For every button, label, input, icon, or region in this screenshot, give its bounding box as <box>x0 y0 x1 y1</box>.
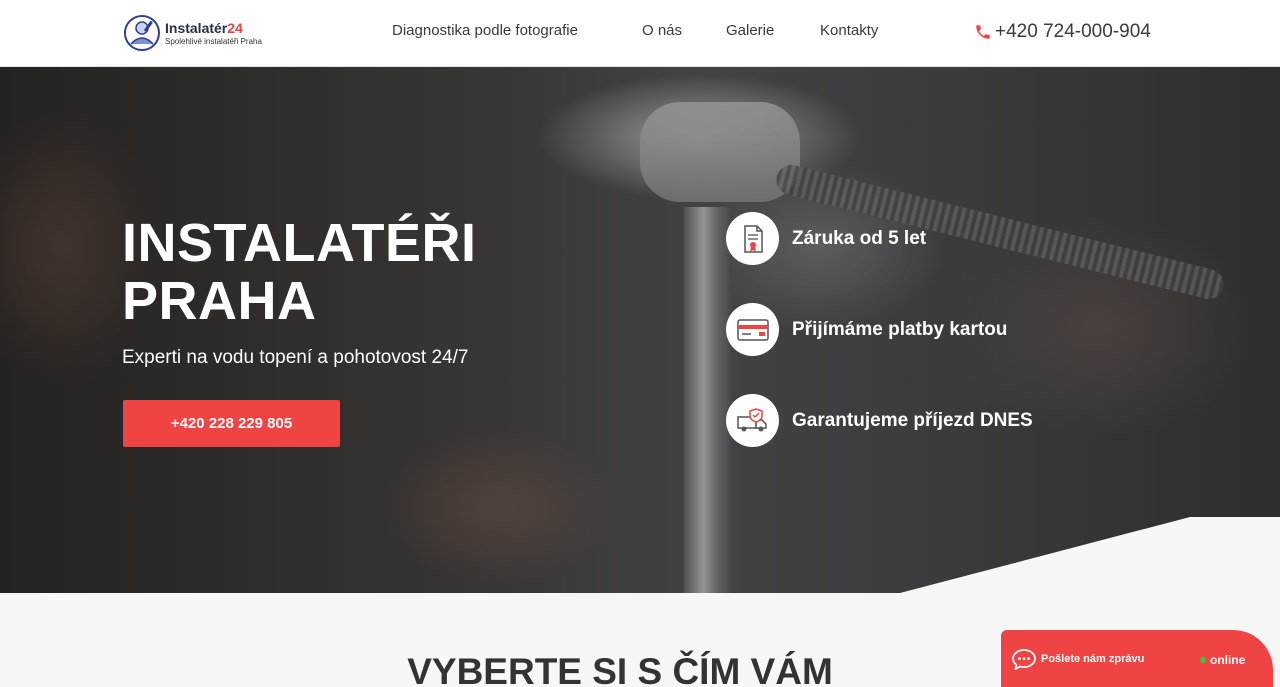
chat-bubble-icon <box>1012 648 1036 670</box>
hero-section: INSTALATÉŘI PRAHA Experti na vodu topení… <box>0 67 1280 593</box>
online-status-dot <box>1200 657 1206 663</box>
phone-icon <box>976 25 990 39</box>
brand-name-accent: 24 <box>227 19 243 36</box>
nav-item-galerie[interactable]: Galerie <box>726 22 774 40</box>
nav-item-kontakty[interactable]: Kontakty <box>820 22 878 40</box>
brand-name-main: Instalatér <box>165 19 228 36</box>
logo[interactable]: Instalatér24 Spolehlivé instalatéři Prah… <box>123 13 262 53</box>
header-phone-link[interactable]: +420 724-000-904 <box>974 21 1151 43</box>
plumber-logo-icon <box>124 15 160 51</box>
nav-item-o-nas[interactable]: O nás <box>642 22 682 40</box>
logo-text: Instalatér24 Spolehlivé instalatéři Prah… <box>165 20 262 47</box>
nav-item-diagnostika[interactable]: Diagnostika podle fotografie <box>392 22 578 40</box>
chat-status-text: online <box>1210 653 1246 667</box>
brand-name: Instalatér24 <box>165 20 262 36</box>
site-header: Instalatér24 Spolehlivé instalatéři Prah… <box>0 0 1280 67</box>
header-phone-number: +420 724-000-904 <box>995 21 1151 42</box>
chat-status: online <box>1200 653 1245 667</box>
brand-tagline: Spolehlivé instalatéři Praha <box>165 36 262 46</box>
chat-widget-label: Pošlete nám zprávu <box>1041 652 1145 665</box>
hero-bottom-divider <box>900 517 1280 593</box>
